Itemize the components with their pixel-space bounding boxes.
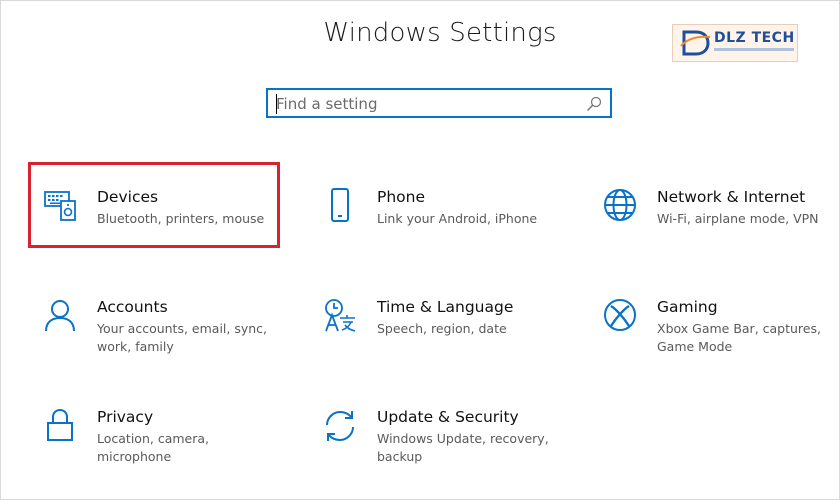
tile-description: Xbox Game Bar, captures, Game Mode bbox=[657, 321, 821, 354]
tile-name: Network & Internet bbox=[657, 188, 806, 206]
search-input[interactable] bbox=[276, 93, 576, 115]
brand-logo: DLZ TECH bbox=[672, 24, 798, 62]
tile-privacy[interactable]: Privacy Location, camera, microphone bbox=[42, 408, 282, 478]
tile-name: Time & Language bbox=[377, 298, 514, 316]
person-icon bbox=[45, 300, 75, 332]
devices-icon bbox=[44, 191, 76, 221]
tile-description: Bluetooth, printers, mouse bbox=[97, 211, 265, 226]
tile-phone[interactable]: Phone Link your Android, iPhone bbox=[322, 188, 562, 258]
tile-gaming[interactable]: Gaming Xbox Game Bar, captures, Game Mod… bbox=[602, 298, 840, 368]
tile-description: Speech, region, date bbox=[377, 321, 507, 336]
xbox-icon bbox=[604, 299, 636, 331]
sync-icon bbox=[326, 410, 354, 442]
tile-description: Wi-Fi, airplane mode, VPN bbox=[657, 211, 819, 226]
tile-name: Privacy bbox=[97, 408, 154, 426]
logo-mark-icon bbox=[680, 30, 711, 56]
tile-name: Accounts bbox=[97, 298, 168, 316]
globe-icon bbox=[604, 189, 636, 221]
tile-description: Location, camera, microphone bbox=[97, 431, 209, 464]
tile-update-security[interactable]: Update & Security Windows Update, recove… bbox=[322, 408, 562, 478]
tile-network-internet[interactable]: Network & Internet Wi-Fi, airplane mode,… bbox=[602, 188, 840, 258]
tile-time-language[interactable]: Time & Language Speech, region, date bbox=[322, 298, 562, 368]
tile-name: Update & Security bbox=[377, 408, 519, 426]
tile-accounts[interactable]: Accounts Your accounts, email, sync, wor… bbox=[42, 298, 282, 368]
tile-description: Your accounts, email, sync, work, family bbox=[97, 321, 268, 354]
tile-description: Windows Update, recovery, backup bbox=[377, 431, 549, 464]
text-caret bbox=[276, 94, 277, 114]
tile-name: Devices bbox=[97, 188, 159, 206]
time-language-icon bbox=[325, 299, 356, 332]
search-icon[interactable] bbox=[586, 96, 602, 112]
tile-name: Phone bbox=[377, 188, 426, 206]
logo-tagline bbox=[714, 48, 794, 51]
lock-icon bbox=[47, 408, 73, 441]
tile-devices[interactable]: Devices Bluetooth, printers, mouse bbox=[42, 188, 282, 258]
phone-icon bbox=[331, 188, 349, 222]
search-box[interactable] bbox=[266, 88, 612, 118]
tile-description: Link your Android, iPhone bbox=[377, 211, 538, 226]
logo-text: DLZ TECH bbox=[714, 30, 795, 46]
tile-name: Gaming bbox=[657, 298, 718, 316]
